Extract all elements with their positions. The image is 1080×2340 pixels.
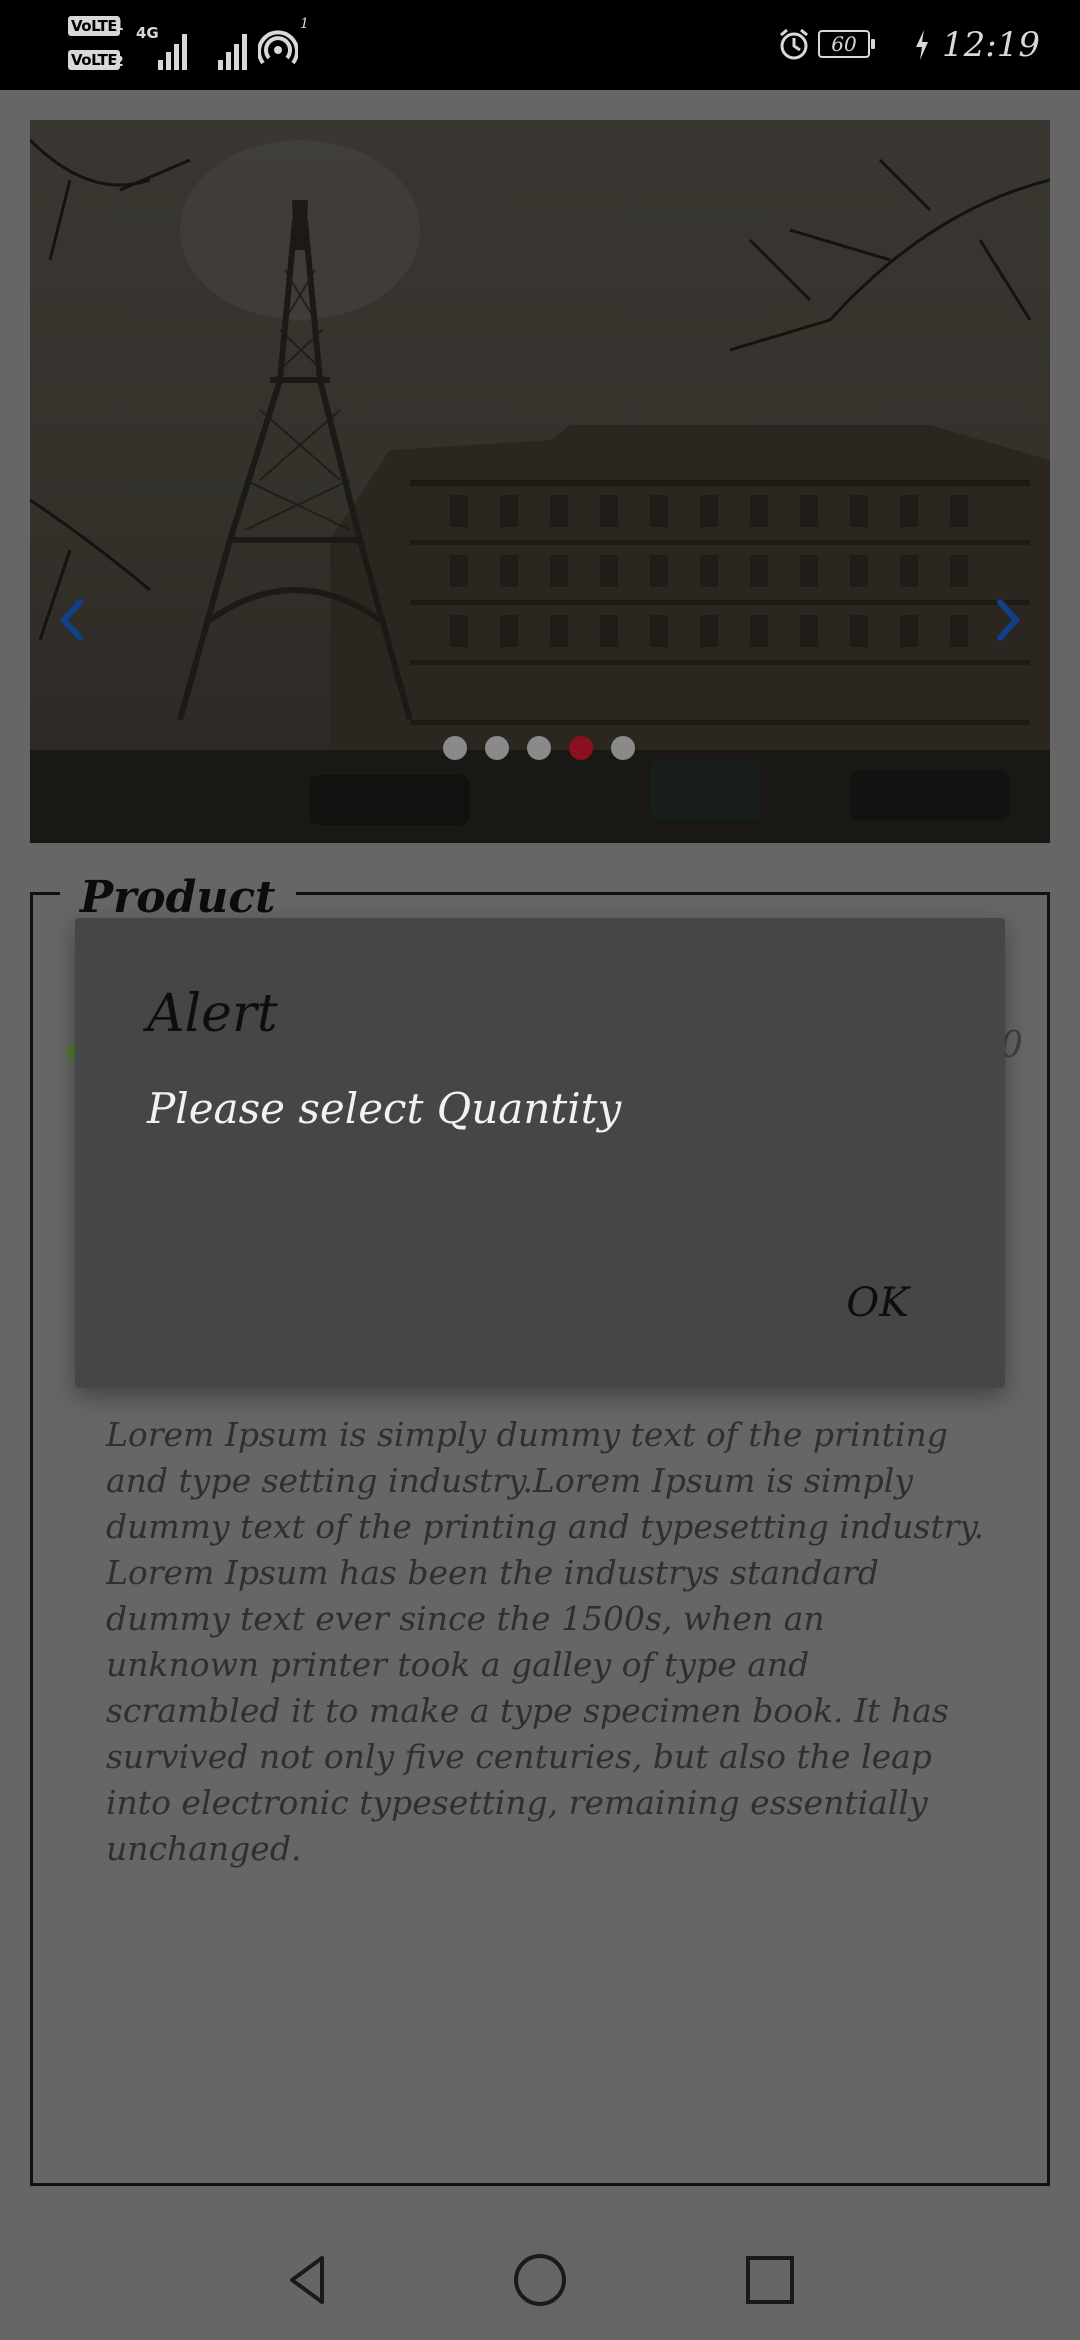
alarm-icon [780, 28, 808, 60]
status-bar: VoLTE 1 VoLTE 2 4G 1 60 12:19 [0, 0, 1080, 90]
alert-dialog: Alert Please select Quantity OK [75, 918, 1005, 1388]
carousel-indicators [0, 728, 1080, 768]
ok-button[interactable]: OK [846, 1278, 909, 1328]
battery-level: 60 [831, 32, 857, 56]
hotspot-icon [258, 30, 298, 65]
status-right: 60 12:19 [780, 22, 1040, 68]
volte-sim2-badge: VoLTE [68, 50, 121, 70]
dialog-title: Alert [147, 984, 278, 1044]
hotspot-count: 1 [300, 16, 309, 32]
carousel-dot-2[interactable] [485, 736, 509, 760]
system-navigation-bar [0, 2200, 1080, 2340]
status-clock: 12:19 [942, 25, 1040, 65]
sim1-number: 1 [114, 18, 124, 34]
carousel-dot-3[interactable] [527, 736, 551, 760]
carousel-dot-4-active[interactable] [569, 736, 593, 760]
battery-icon: 60 [818, 30, 875, 58]
charging-bolt-icon [916, 30, 928, 60]
home-circle-icon[interactable] [510, 2250, 570, 2310]
carousel-next-arrow-icon[interactable] [988, 590, 1028, 650]
signal-sim1-icon [158, 34, 187, 70]
recents-square-icon[interactable] [740, 2250, 800, 2310]
carousel-prev-arrow-icon[interactable] [52, 590, 92, 650]
carousel-dot-1[interactable] [443, 736, 467, 760]
carousel-dot-5[interactable] [611, 736, 635, 760]
product-description: Lorem Ipsum is simply dummy text of the … [106, 1415, 985, 1868]
dialog-message: Please select Quantity [147, 1084, 622, 1133]
signal-sim2-icon [218, 34, 247, 70]
back-triangle-icon[interactable] [278, 2250, 338, 2310]
sim2-number: 2 [114, 54, 124, 70]
volte-sim1-badge: VoLTE [68, 16, 121, 36]
